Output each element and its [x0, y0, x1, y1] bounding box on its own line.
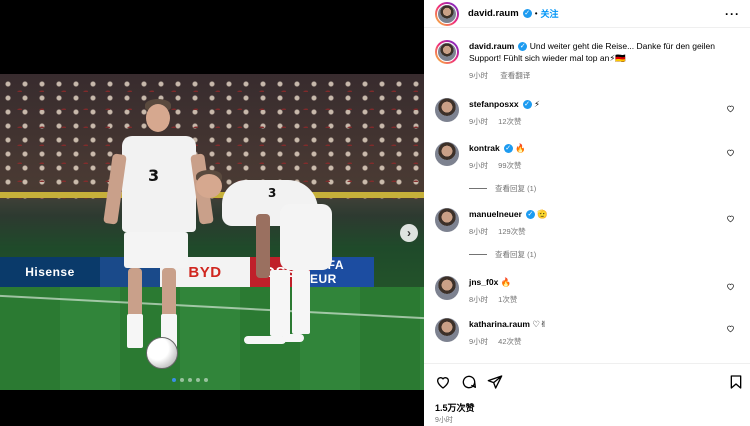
heart-icon[interactable]	[726, 282, 735, 291]
comment-time: 8小时	[469, 227, 489, 236]
ad-boards: Hisense BYD OSS UEFA EUR	[0, 257, 424, 287]
comment: manuelneuer ✓ 🫡 8小时 129次赞 查看回复 (1)	[435, 208, 741, 276]
share-icon[interactable]	[487, 374, 503, 390]
post-photo: Hisense BYD OSS UEFA EUR 3 3	[0, 74, 424, 390]
post-media[interactable]: Hisense BYD OSS UEFA EUR 3 3	[0, 0, 424, 426]
comment-text: 🫡	[537, 209, 548, 219]
carousel-dot	[180, 378, 184, 382]
comment-username[interactable]: manuelneuer	[469, 209, 522, 219]
pitch	[0, 287, 424, 390]
view-replies-link[interactable]: 查看回复 (1)	[469, 249, 741, 260]
comment-time: 9小时	[469, 161, 489, 170]
verified-badge-icon: ✓	[525, 210, 535, 220]
carousel-dot	[204, 378, 208, 382]
heart-icon[interactable]	[726, 214, 735, 223]
author-avatar[interactable]	[435, 1, 459, 26]
post-actions: 1.5万次赞 9小时	[424, 363, 750, 426]
comment-time: 9小时	[469, 117, 489, 126]
view-replies-link[interactable]: 查看回复 (1)	[469, 183, 741, 194]
verified-badge-icon: ✓	[522, 100, 532, 110]
verified-badge-icon: ✓	[503, 144, 513, 154]
comment-thread: david.raum ✓ Und weiter geht die Reise...…	[435, 40, 741, 358]
like-count[interactable]: 1.5万次赞	[435, 401, 475, 414]
comment-username[interactable]: katharina.raum	[469, 319, 530, 329]
chevron-right-icon: ›	[407, 226, 411, 240]
commenter-avatar[interactable]	[435, 142, 459, 166]
more-options-button[interactable]: ···	[725, 7, 740, 21]
comment-text: 🔥	[515, 143, 526, 153]
carousel-dot	[196, 378, 200, 382]
football	[146, 337, 178, 369]
comment: katharina.raum ♡✌ 9小时 42次赞	[435, 318, 741, 358]
caption-username[interactable]: david.raum	[469, 41, 514, 51]
comment-time: 8小时	[469, 295, 489, 304]
heart-icon[interactable]	[726, 324, 735, 333]
carousel-dot	[188, 378, 192, 382]
post-header: david.raum ✓ • 关注 ···	[424, 0, 750, 28]
comment-text: ⚡	[533, 99, 540, 109]
verified-badge-icon: ✓	[518, 42, 528, 52]
header-separator: •	[534, 9, 538, 18]
post-sidebar: david.raum ✓ • 关注 ··· david.raum ✓ Und we…	[424, 0, 750, 426]
heart-icon[interactable]	[435, 374, 451, 390]
comment-username[interactable]: stefanposxx	[469, 99, 519, 109]
comment: stefanposxx ✓ ⚡ 9小时 12次赞	[435, 98, 741, 142]
caption-time: 9小时	[469, 71, 489, 80]
carousel-dot	[172, 378, 176, 382]
commenter-avatar[interactable]	[435, 318, 459, 342]
comment-username[interactable]: jns_f0x	[469, 277, 498, 287]
commenter-avatar[interactable]	[435, 276, 459, 300]
comment-username[interactable]: kontrak	[469, 143, 500, 153]
heart-icon[interactable]	[726, 104, 735, 113]
comment-text: ♡✌	[532, 319, 548, 329]
comment-likes[interactable]: 99次赞	[498, 161, 521, 170]
translate-link[interactable]: 查看翻译	[500, 71, 530, 80]
carousel-dots	[172, 378, 208, 382]
comment-likes[interactable]: 129次赞	[498, 227, 526, 236]
comment-time: 9小时	[469, 337, 489, 346]
caption: david.raum ✓ Und weiter geht die Reise...…	[435, 40, 741, 98]
comment: jns_f0x 🔥 8小时 1次赞	[435, 276, 741, 318]
comment-text: 🔥	[500, 277, 512, 287]
comment-likes[interactable]: 42次赞	[498, 337, 521, 346]
commenter-avatar[interactable]	[435, 208, 459, 232]
author-username[interactable]: david.raum	[468, 8, 519, 19]
comment-likes[interactable]: 1次赞	[498, 295, 517, 304]
carousel-next-button[interactable]: ›	[400, 224, 418, 242]
post-time: 9小时	[435, 417, 453, 424]
follow-button[interactable]: 关注	[541, 7, 559, 20]
ad-hisense: Hisense	[0, 257, 100, 287]
heart-icon[interactable]	[726, 148, 735, 157]
view-replies-label: 查看回复 (1)	[495, 250, 537, 259]
author-avatar[interactable]	[435, 40, 459, 64]
commenter-avatar[interactable]	[435, 98, 459, 122]
view-replies-label: 查看回复 (1)	[495, 184, 537, 193]
bookmark-icon[interactable]	[728, 374, 744, 390]
comment-icon[interactable]	[461, 374, 477, 390]
comment: kontrak ✓ 🔥 9小时 99次赞 查看回复 (1)	[435, 142, 741, 208]
verified-badge-icon: ✓	[522, 9, 532, 18]
comment-likes[interactable]: 12次赞	[498, 117, 521, 126]
